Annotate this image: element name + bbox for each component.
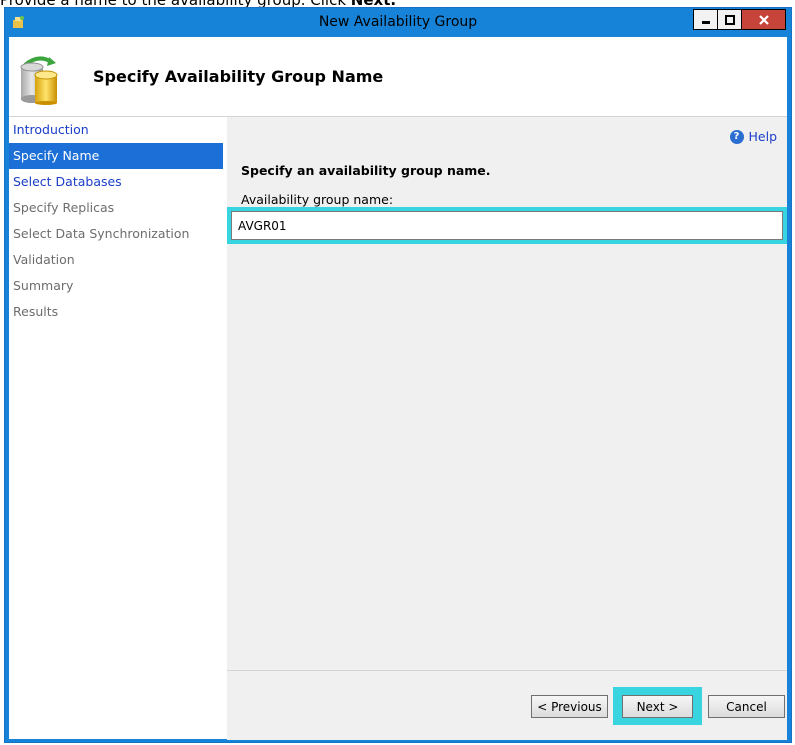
availability-group-name-label: Availability group name: [241,192,394,207]
nav-item-results: Results [13,304,59,319]
help-link[interactable]: ? Help [729,129,778,144]
close-button[interactable] [741,9,786,30]
wizard-window: New Availability Group Specify Availabil… [4,7,792,743]
wizard-content: ? Help Specify an availability group nam… [227,117,787,740]
nav-item-introduction[interactable]: Introduction [9,117,223,143]
name-field-highlight [227,207,787,244]
nav-item-specify-name[interactable]: Specify Name [9,143,223,169]
close-icon [758,14,769,25]
nav-item-summary: Summary [13,278,74,293]
section-heading: Specify an availability group name. [241,163,491,178]
help-icon: ? [729,129,744,144]
wizard-steps-nav: Introduction Specify Name Select Databas… [9,117,223,739]
nav-item-select-data-synchronization: Select Data Synchronization [13,226,190,241]
wizard-client: Specify Availability Group Name Introduc… [9,37,787,740]
minimize-icon [701,20,710,24]
page-title: Specify Availability Group Name [93,67,384,86]
wizard-footer: < Previous Next > Cancel [227,670,787,740]
title-bar: New Availability Group [5,8,791,37]
maximize-button[interactable] [717,9,742,30]
database-sync-icon [20,56,58,105]
wizard-header: Specify Availability Group Name [9,37,787,117]
nav-item-validation: Validation [13,252,75,267]
next-button[interactable]: Next > [622,695,693,718]
nav-item-select-databases[interactable]: Select Databases [9,169,223,195]
nav-item-specify-replicas: Specify Replicas [13,200,115,215]
help-label: Help [748,129,778,144]
minimize-button[interactable] [693,9,718,30]
window-title: New Availability Group [318,14,478,30]
previous-button[interactable]: < Previous [531,695,608,718]
cancel-button[interactable]: Cancel [708,695,785,718]
maximize-icon [724,14,735,25]
availability-group-name-input[interactable] [231,211,783,240]
